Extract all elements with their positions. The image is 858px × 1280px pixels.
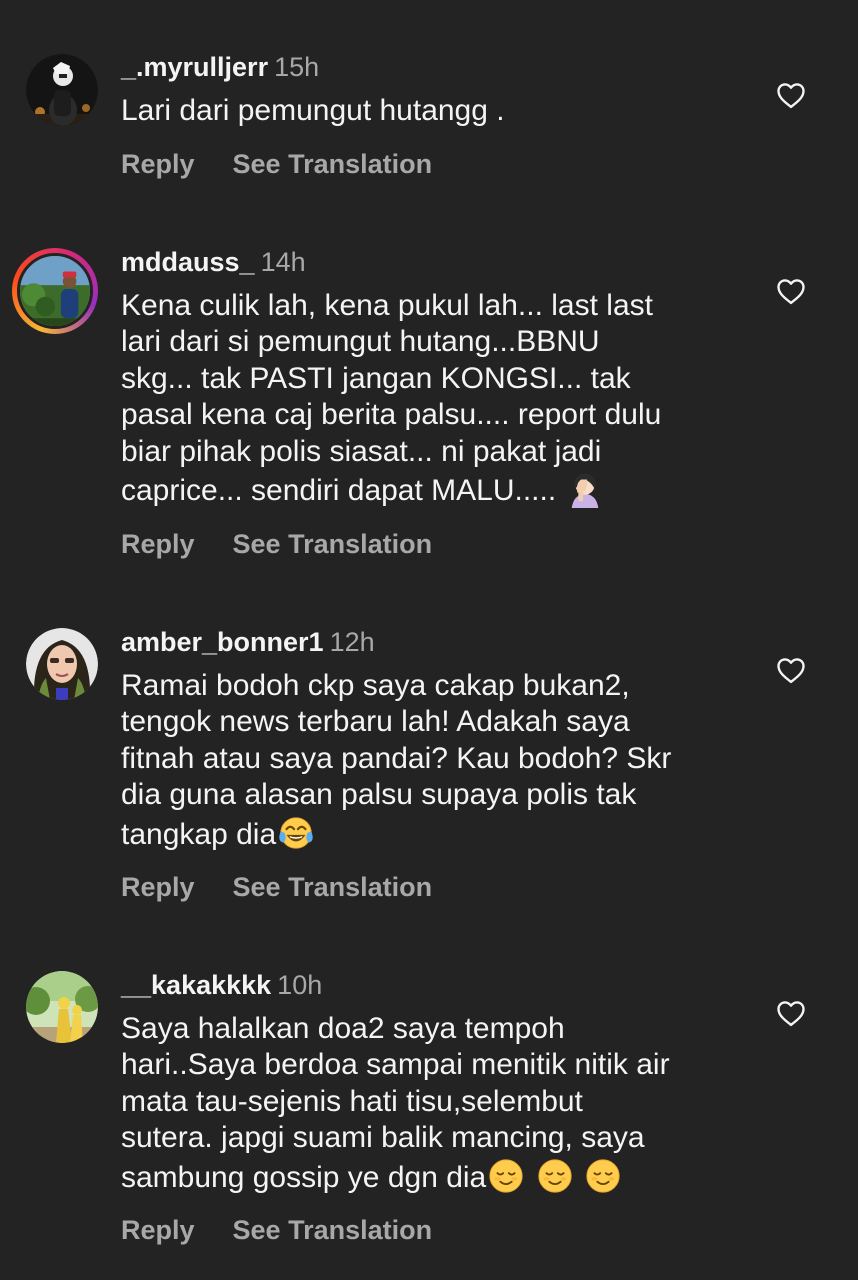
avatar[interactable] xyxy=(26,971,98,1043)
username[interactable]: __kakakkkk xyxy=(121,970,271,1000)
relieved-face-emoji xyxy=(583,1157,623,1195)
heart-icon[interactable] xyxy=(776,999,806,1027)
reply-button[interactable]: Reply xyxy=(121,1215,195,1246)
comment-text: Saya halalkan doa2 saya tempoh hari..Say… xyxy=(121,1011,741,1196)
comment-line: mata tau-sejenis hati tisu,selembut xyxy=(121,1084,583,1118)
comment-item: __kakakkkk 10h Saya halalkan doa2 saya te… xyxy=(0,0,858,1280)
relieved-face-emoji xyxy=(486,1157,526,1195)
see-translation-button[interactable]: See Translation xyxy=(233,1215,433,1246)
timestamp: 10h xyxy=(277,970,323,1000)
comment-line-with-emoji: sambung gossip ye dgn dia xyxy=(121,1157,741,1196)
comment-header: __kakakkkk 10h xyxy=(121,969,322,1001)
relieved-face-emoji xyxy=(535,1157,575,1195)
comment-line: Saya halalkan doa2 saya tempoh xyxy=(121,1012,565,1045)
comment-line: sambung gossip ye dgn dia xyxy=(121,1160,487,1194)
comment-actions: Reply See Translation xyxy=(121,1215,432,1246)
comment-line: hari..Saya berdoa sampai menitik nitik a… xyxy=(121,1048,670,1082)
comment-line: sutera. japgi suami balik mancing, saya xyxy=(121,1121,645,1155)
